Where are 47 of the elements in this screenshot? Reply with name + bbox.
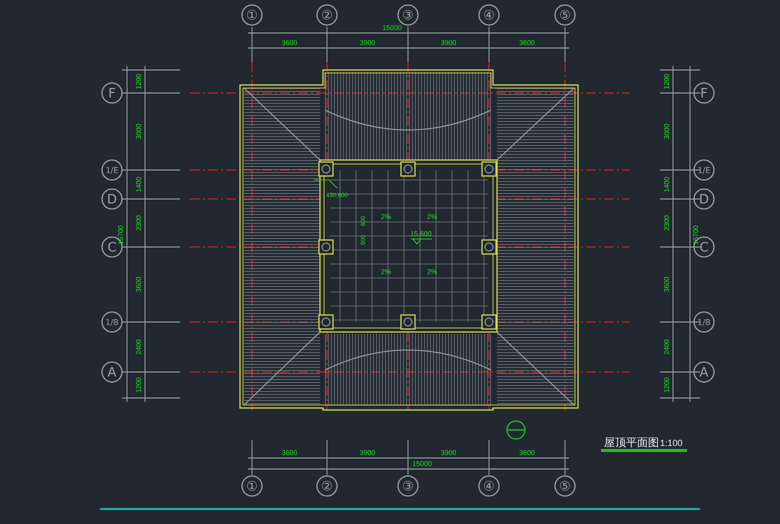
axis-bubble	[554, 4, 576, 26]
axis-bubble	[693, 82, 715, 104]
axis-bubble	[316, 4, 338, 26]
axis-label: ⑤	[559, 8, 571, 24]
axis-label: ①	[246, 8, 258, 24]
axis-bubble	[478, 4, 500, 26]
leader-line	[314, 180, 338, 188]
axis-label: C	[699, 240, 709, 256]
axis-label: 1/E	[106, 166, 118, 175]
axis-label: D	[699, 192, 709, 208]
axis-bubble	[101, 311, 123, 333]
axis-label: 1/B	[105, 318, 119, 327]
axis-label: ②	[321, 480, 333, 495]
axis-bubble	[241, 475, 263, 497]
axis-label: ③	[402, 8, 414, 24]
scale-label: 1:100	[660, 438, 683, 448]
axis-label: 1/E	[698, 166, 710, 175]
axis-bubble	[101, 82, 123, 104]
drawing-title: 屋顶平面图	[604, 437, 659, 449]
axis-label: ④	[483, 8, 495, 24]
axis-bubble	[693, 311, 715, 333]
axis-label: 1/B	[697, 318, 711, 327]
axis-bubble	[693, 361, 715, 383]
axis-label: A	[700, 366, 708, 381]
axis-bubble	[397, 475, 419, 497]
axis-bubble	[693, 188, 715, 210]
axis-label: D	[107, 192, 117, 208]
axis-bubble	[693, 159, 715, 181]
axis-bubble	[397, 4, 419, 26]
axis-bubble	[241, 4, 263, 26]
axis-label: ④	[483, 480, 495, 495]
axis-label: ⑤	[559, 480, 571, 495]
axis-label: C	[107, 240, 117, 256]
elevation-icon	[410, 238, 432, 245]
axis-label: A	[108, 366, 116, 381]
axis-label: ①	[246, 480, 258, 495]
axis-bubble	[101, 188, 123, 210]
axis-bubble	[554, 475, 576, 497]
axis-label: F	[108, 86, 116, 102]
axis-label: ②	[321, 8, 333, 24]
section-mark-icon	[506, 420, 526, 440]
axis-bubble	[316, 475, 338, 497]
axis-bubble	[101, 361, 123, 383]
axis-bubble	[101, 159, 123, 181]
axis-label: F	[700, 86, 708, 102]
axis-label: ③	[402, 480, 414, 495]
axis-bubble	[478, 475, 500, 497]
